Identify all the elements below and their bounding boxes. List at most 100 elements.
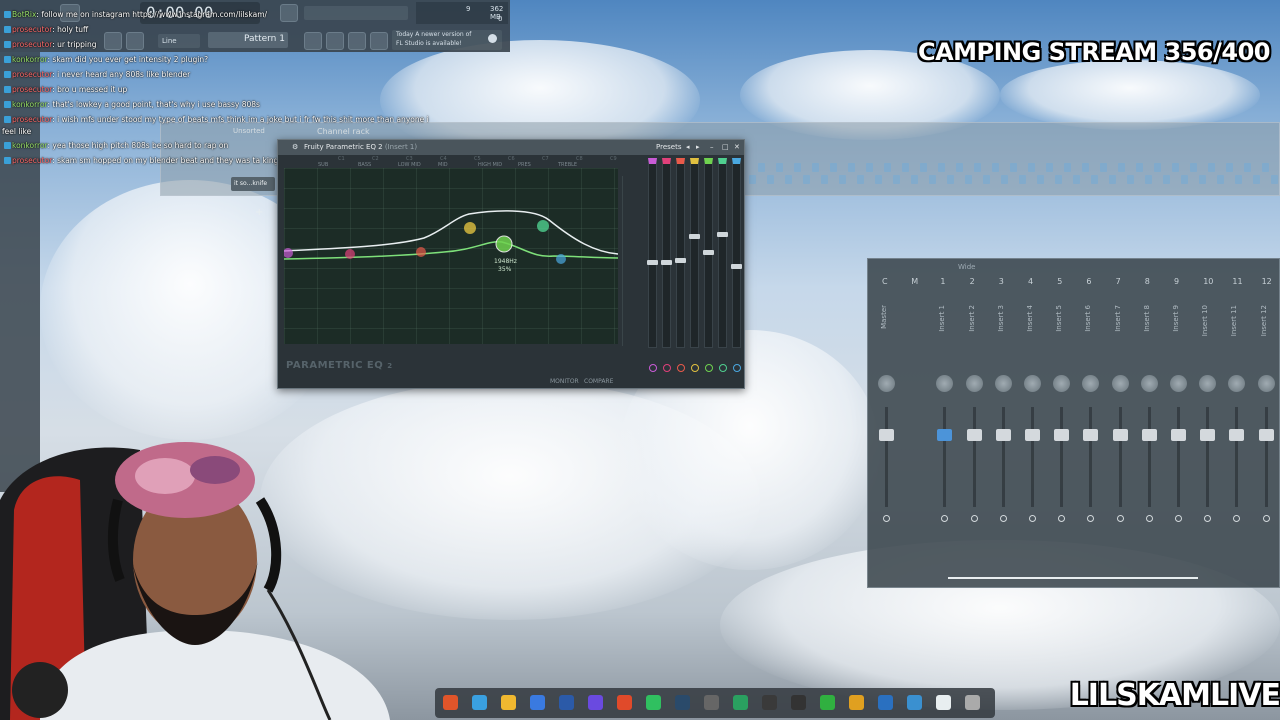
media-player-icon[interactable] xyxy=(965,695,980,710)
eq-band-faders[interactable] xyxy=(638,158,742,372)
step-button[interactable] xyxy=(1217,175,1224,184)
band-knob[interactable] xyxy=(649,364,657,372)
step-button[interactable] xyxy=(1082,163,1089,172)
pan-knob[interactable] xyxy=(1257,375,1275,392)
pan-knob[interactable] xyxy=(1082,375,1100,392)
volume-fader[interactable] xyxy=(879,429,894,441)
pan-knob[interactable] xyxy=(1140,375,1158,392)
gear-icon[interactable]: ⚙ xyxy=(292,140,298,155)
app-icon[interactable] xyxy=(820,695,835,710)
app-icon[interactable] xyxy=(907,695,922,710)
step-button[interactable] xyxy=(974,163,981,172)
fader-handle[interactable] xyxy=(647,260,658,265)
band-handle-7[interactable] xyxy=(556,254,566,264)
step-button[interactable] xyxy=(1172,163,1179,172)
step-button[interactable] xyxy=(911,175,918,184)
mixer-button[interactable] xyxy=(348,32,366,50)
step-button[interactable] xyxy=(848,163,855,172)
steam-icon[interactable] xyxy=(675,695,690,710)
volume-fader[interactable] xyxy=(1141,429,1157,441)
mixer-column[interactable]: C Master xyxy=(872,277,900,577)
fader-handle[interactable] xyxy=(689,234,700,239)
step-button[interactable] xyxy=(983,175,990,184)
obs-icon[interactable] xyxy=(646,695,661,710)
monitor-label[interactable]: MONITOR xyxy=(550,378,579,385)
parametric-eq-window[interactable]: Fruity Parametric EQ 2 (Insert 1) ⚙ Pres… xyxy=(277,139,745,389)
file-icon[interactable] xyxy=(936,695,951,710)
mixer-column[interactable]: 6 Insert 6 xyxy=(1076,277,1104,577)
step-button[interactable] xyxy=(1091,175,1098,184)
add-channel-icon[interactable]: + xyxy=(255,207,263,218)
mixer-column[interactable]: 4 Insert 4 xyxy=(1018,277,1046,577)
band-fader-1[interactable] xyxy=(647,158,658,372)
step-button[interactable] xyxy=(1271,175,1278,184)
volume-fader[interactable] xyxy=(966,429,982,441)
volume-fader[interactable] xyxy=(1200,429,1216,441)
pan-knob[interactable] xyxy=(1111,375,1129,392)
app-icon[interactable] xyxy=(704,695,719,710)
fader-handle[interactable] xyxy=(675,258,686,263)
route-dot[interactable] xyxy=(883,515,890,522)
band-fader-6[interactable] xyxy=(717,158,728,372)
mixer-column[interactable]: 7 Insert 7 xyxy=(1106,277,1134,577)
step-button[interactable] xyxy=(830,163,837,172)
step-button[interactable] xyxy=(1181,175,1188,184)
capcut-icon[interactable] xyxy=(791,695,806,710)
route-dot[interactable] xyxy=(1175,515,1182,522)
step-button[interactable] xyxy=(776,163,783,172)
fader-handle[interactable] xyxy=(661,260,672,265)
step-button[interactable] xyxy=(803,175,810,184)
step-button[interactable] xyxy=(893,175,900,184)
step-button[interactable] xyxy=(1136,163,1143,172)
step-button[interactable] xyxy=(1226,163,1233,172)
step-button[interactable] xyxy=(1100,163,1107,172)
photoshop-icon[interactable] xyxy=(559,695,574,710)
mixer-column[interactable]: 11 Insert 11 xyxy=(1222,277,1250,577)
rack-filter[interactable]: Unsorted xyxy=(233,127,265,135)
step-button[interactable] xyxy=(884,163,891,172)
band-knob[interactable] xyxy=(691,364,699,372)
compare-label[interactable]: COMPARE xyxy=(584,378,613,385)
band-fader-4[interactable] xyxy=(689,158,700,372)
mixer-column[interactable]: 3 Insert 3 xyxy=(989,277,1017,577)
step-button[interactable] xyxy=(1037,175,1044,184)
record-button[interactable] xyxy=(280,4,298,22)
step-button[interactable] xyxy=(1127,175,1134,184)
band-handle-6[interactable] xyxy=(537,220,549,232)
pattern-selector[interactable]: Pattern 1 xyxy=(208,32,288,48)
plugin-database-button[interactable] xyxy=(370,32,388,50)
step-button[interactable] xyxy=(1118,163,1125,172)
volume-fader[interactable] xyxy=(1083,429,1099,441)
band-knob[interactable] xyxy=(677,364,685,372)
step-button[interactable] xyxy=(749,175,756,184)
volume-fader[interactable] xyxy=(1171,429,1186,441)
band-handle-5[interactable] xyxy=(495,235,513,253)
snap-select[interactable]: Line xyxy=(158,34,200,48)
route-dot[interactable] xyxy=(1087,515,1095,522)
route-dot[interactable] xyxy=(1204,515,1212,522)
pan-knob[interactable] xyxy=(965,375,983,392)
step-button[interactable] xyxy=(920,163,927,172)
volume-fader[interactable] xyxy=(995,429,1011,441)
copilot-icon[interactable] xyxy=(472,695,487,710)
band-knob[interactable] xyxy=(663,364,671,372)
step-button[interactable] xyxy=(1109,175,1116,184)
step-button[interactable] xyxy=(1055,175,1062,184)
band-knob[interactable] xyxy=(719,364,727,372)
maximize-icon[interactable]: □ xyxy=(722,140,729,155)
brave-icon[interactable] xyxy=(617,695,632,710)
step-button[interactable] xyxy=(794,163,801,172)
route-dot[interactable] xyxy=(1262,515,1270,522)
mixer-column[interactable]: 10 Insert 10 xyxy=(1193,277,1221,577)
band-handle-2[interactable] xyxy=(345,249,355,259)
step-button[interactable] xyxy=(992,163,999,172)
mixer-column[interactable]: 8 Insert 8 xyxy=(1135,277,1163,577)
mixer-column[interactable]: 2 Insert 2 xyxy=(960,277,988,577)
route-dot[interactable] xyxy=(941,515,949,522)
discord-icon[interactable] xyxy=(588,695,603,710)
pan-knob[interactable] xyxy=(1170,375,1187,392)
prev-preset-icon[interactable]: ◂ xyxy=(686,140,690,155)
band-handle-4[interactable] xyxy=(464,222,476,234)
presets-button[interactable]: Presets xyxy=(656,140,681,155)
pan-knob[interactable] xyxy=(1228,375,1246,392)
